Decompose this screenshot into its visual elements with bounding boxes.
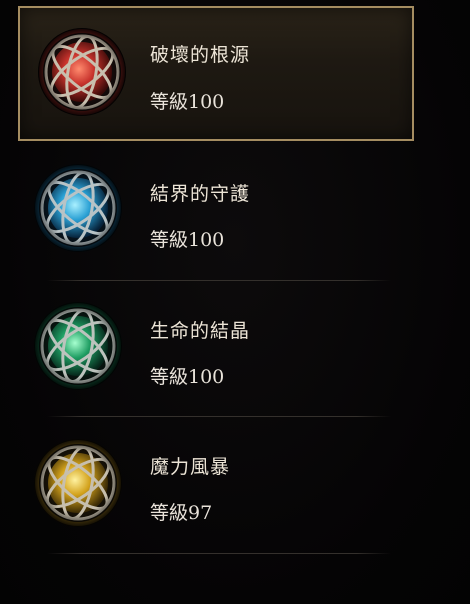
skill-name: 生命的結晶: [150, 320, 251, 342]
yellow-orb-icon: [32, 437, 124, 529]
skill-level: 等級100: [150, 366, 225, 388]
skill-name: 破壞的根源: [150, 44, 251, 66]
skill-level: 等級100: [150, 229, 225, 251]
skill-level: 等級97: [150, 502, 213, 524]
blue-orb-icon: [32, 162, 124, 254]
divider: [47, 553, 391, 554]
green-orb-icon: [32, 300, 124, 392]
skill-list-panel: 破壞的根源 等級100 結界的守護 等級100 生命的結晶 等級100 魔力風暴…: [0, 0, 470, 604]
skill-name: 魔力風暴: [150, 456, 231, 478]
skill-name: 結界的守護: [150, 183, 251, 205]
red-orb-icon: [36, 26, 128, 118]
divider: [47, 280, 391, 281]
divider: [47, 416, 391, 417]
skill-level: 等級100: [150, 91, 225, 113]
